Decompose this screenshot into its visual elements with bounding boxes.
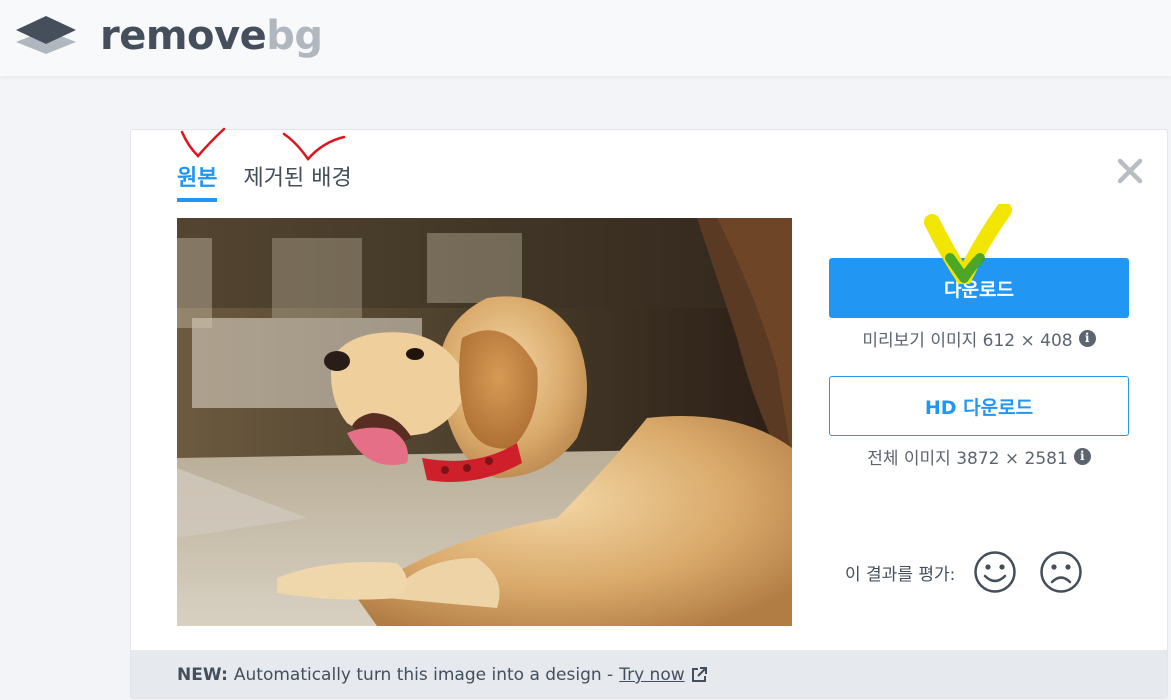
external-link-icon[interactable] <box>690 666 708 684</box>
logo-text-main: remove <box>100 13 267 59</box>
hd-download-button[interactable]: HD 다운로드 <box>829 376 1129 436</box>
preview-image <box>177 218 792 626</box>
tab-removed-background[interactable]: 제거된 배경 <box>243 160 351 202</box>
full-size-info: 전체 이미지 3872 × 2581 i <box>829 444 1129 469</box>
logo[interactable]: removebg <box>14 12 323 60</box>
preview-size-text: 미리보기 이미지 612 × 408 <box>862 331 1073 351</box>
result-card: 원본 제거된 배경 다운로드 미리보기 이미지 612 × 408 i HD 다… <box>130 129 1168 699</box>
footer-banner: NEW: Automatically turn this image into … <box>131 650 1167 698</box>
close-icon[interactable] <box>1115 156 1145 186</box>
info-icon[interactable]: i <box>1073 448 1091 465</box>
tab-bar: 원본 제거된 배경 <box>177 160 378 202</box>
footer-text: Automatically turn this image into a des… <box>233 665 614 685</box>
rating-row: 이 결과를 평가: <box>845 550 1105 594</box>
logo-text: removebg <box>100 12 323 60</box>
tab-original[interactable]: 원본 <box>177 160 218 202</box>
full-size-text: 전체 이미지 3872 × 2581 <box>867 449 1068 469</box>
preview-size-info: 미리보기 이미지 612 × 408 i <box>829 326 1129 351</box>
top-bar: removebg <box>0 0 1171 76</box>
info-icon[interactable]: i <box>1078 330 1096 347</box>
download-button[interactable]: 다운로드 <box>829 258 1129 318</box>
try-now-link[interactable]: Try now <box>619 665 684 685</box>
rating-label: 이 결과를 평가: <box>845 564 956 585</box>
smile-face-icon[interactable] <box>973 550 1017 594</box>
sad-face-icon[interactable] <box>1039 550 1083 594</box>
footer-new-label: NEW: <box>177 665 228 685</box>
logo-text-accent: bg <box>266 13 323 59</box>
layers-icon <box>16 16 76 54</box>
